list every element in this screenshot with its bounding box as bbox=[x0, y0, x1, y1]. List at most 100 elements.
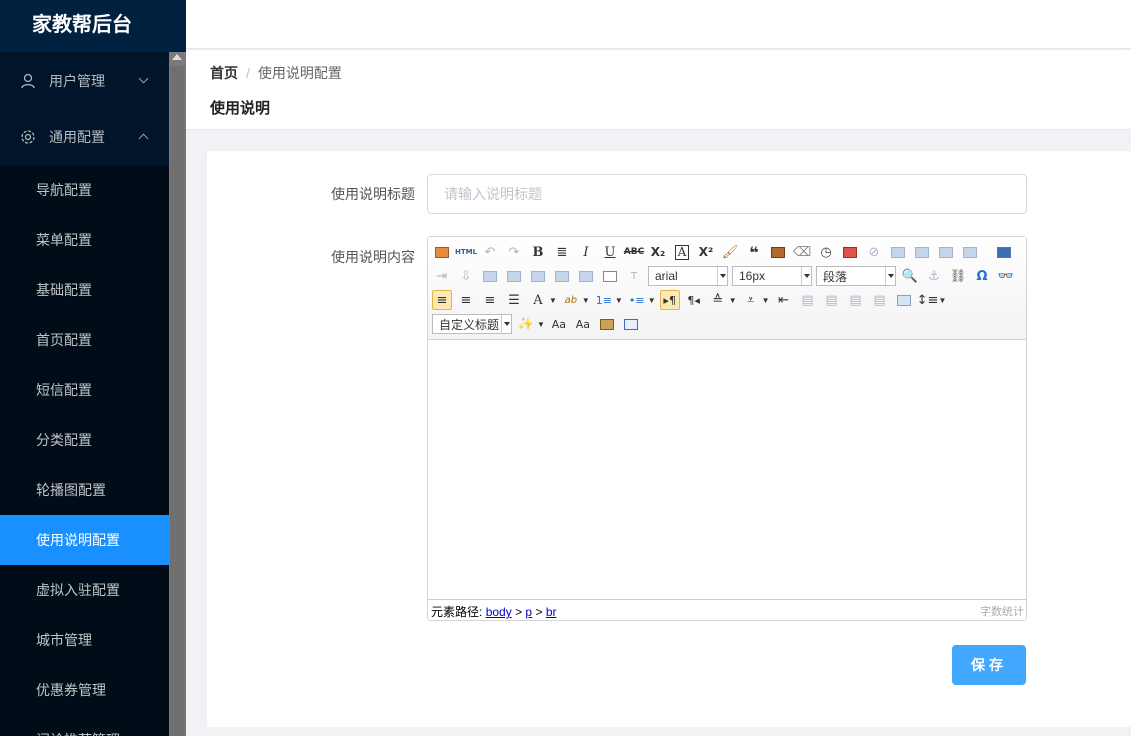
special-char-icon[interactable]: Ω bbox=[972, 266, 992, 286]
path-body-link[interactable]: body bbox=[486, 605, 512, 619]
subscript-icon[interactable]: X₂ bbox=[648, 242, 668, 262]
insert-table-icon[interactable] bbox=[621, 314, 641, 334]
image-left-icon[interactable]: ▤ bbox=[822, 290, 842, 310]
font-border-icon[interactable]: A bbox=[672, 242, 692, 262]
image-icon[interactable] bbox=[894, 290, 914, 310]
image-right-icon[interactable]: ▤ bbox=[846, 290, 866, 310]
row-spacing-top-icon[interactable]: ≙ bbox=[708, 290, 728, 310]
sidebar-item-sms-config[interactable]: 短信配置 bbox=[0, 365, 169, 415]
title-case-icon[interactable]: T bbox=[624, 266, 644, 286]
print-icon[interactable] bbox=[597, 314, 617, 334]
table-icon-3[interactable] bbox=[528, 266, 548, 286]
format-match-icon[interactable]: 🖌 bbox=[720, 242, 740, 262]
sidebar-item-consult-recommend[interactable]: 问诊推荐管理 bbox=[0, 715, 169, 736]
caret-down-icon[interactable]: ▼ bbox=[582, 296, 590, 305]
title-input[interactable] bbox=[427, 174, 1027, 214]
find-icon[interactable]: 👓 bbox=[996, 266, 1016, 286]
caret-down-icon[interactable]: ▼ bbox=[549, 296, 557, 305]
font-color-icon[interactable]: A bbox=[528, 290, 548, 310]
anchor-icon[interactable]: ⚓ bbox=[924, 266, 944, 286]
row-spacing-bottom-icon[interactable]: ⩡ bbox=[741, 290, 761, 310]
custom-heading-select[interactable]: 自定义标题 bbox=[432, 314, 512, 334]
time-icon[interactable]: ◷ bbox=[816, 242, 836, 262]
eraser-icon[interactable]: ⌫ bbox=[792, 242, 812, 262]
path-br-link[interactable]: br bbox=[546, 605, 557, 619]
sidebar-item-coupon-management[interactable]: 优惠券管理 bbox=[0, 665, 169, 715]
caret-down-icon[interactable]: ▼ bbox=[648, 296, 656, 305]
sidebar-item-city-management[interactable]: 城市管理 bbox=[0, 615, 169, 665]
menu-general-config[interactable]: 通用配置 bbox=[0, 109, 169, 165]
template-icon[interactable] bbox=[576, 266, 596, 286]
italic-icon[interactable]: I bbox=[576, 242, 596, 262]
search-replace-icon[interactable]: 🔍 bbox=[900, 266, 920, 286]
paragraph-select[interactable]: 段落 bbox=[816, 266, 896, 286]
rtl-icon[interactable]: ¶◂ bbox=[684, 290, 704, 310]
underline-icon[interactable]: U bbox=[600, 242, 620, 262]
table-icon-1[interactable] bbox=[480, 266, 500, 286]
insert-row-icon[interactable] bbox=[888, 242, 908, 262]
delete-row-icon[interactable]: ⇥ bbox=[432, 266, 452, 286]
sidebar-scrollbar[interactable] bbox=[169, 52, 186, 736]
split-cells-icon[interactable] bbox=[960, 242, 980, 262]
indent-icon[interactable]: ≣ bbox=[552, 242, 572, 262]
bold-icon[interactable]: B bbox=[528, 242, 548, 262]
caret-down-icon[interactable]: ▼ bbox=[939, 296, 947, 305]
scroll-up-arrow-icon[interactable] bbox=[172, 54, 182, 60]
menu-user-management[interactable]: 用户管理 bbox=[0, 53, 169, 109]
align-left-icon[interactable]: ≡ bbox=[432, 290, 452, 310]
delete-col-icon[interactable]: ⇩ bbox=[456, 266, 476, 286]
ordered-list-icon[interactable]: 1≡ bbox=[594, 290, 614, 310]
image-none-icon[interactable]: ▤ bbox=[798, 290, 818, 310]
sidebar-item-category-config[interactable]: 分类配置 bbox=[0, 415, 169, 465]
scrollbar-thumb[interactable] bbox=[170, 66, 185, 736]
sidebar-item-menu-config[interactable]: 菜单配置 bbox=[0, 215, 169, 265]
table-icon-2[interactable] bbox=[504, 266, 524, 286]
merge-cells-icon[interactable] bbox=[936, 242, 956, 262]
font-size-select[interactable]: 16px bbox=[732, 266, 812, 286]
unordered-list-icon[interactable]: •≡ bbox=[627, 290, 647, 310]
sidebar-item-nav-config[interactable]: 导航配置 bbox=[0, 165, 169, 215]
sidebar-item-basic-config[interactable]: 基础配置 bbox=[0, 265, 169, 315]
sidebar-item-banner-config[interactable]: 轮播图配置 bbox=[0, 465, 169, 515]
caret-down-icon[interactable]: ▼ bbox=[762, 296, 770, 305]
font-decrease-icon[interactable]: Aа bbox=[573, 314, 593, 334]
caret-down-icon[interactable]: ▼ bbox=[537, 320, 545, 329]
save-button[interactable]: 保存 bbox=[952, 645, 1026, 685]
sidebar-item-virtual-entry-config[interactable]: 虚拟入驻配置 bbox=[0, 565, 169, 615]
page-break-icon[interactable] bbox=[600, 266, 620, 286]
line-height-icon[interactable]: ↕≡ bbox=[917, 290, 939, 310]
align-justify-icon[interactable]: ☰ bbox=[504, 290, 524, 310]
strikethrough-icon[interactable]: ABC bbox=[624, 242, 644, 262]
caret-down-icon[interactable]: ▼ bbox=[615, 296, 623, 305]
breadcrumb-home[interactable]: 首页 bbox=[210, 65, 238, 81]
rich-text-editor[interactable]: HTML ↶ ↷ B ≣ I U ABC X₂ A X² 🖌 ❝ ⌫ ◷ ⊘ ⇥… bbox=[427, 236, 1027, 621]
path-p-link[interactable]: p bbox=[525, 605, 532, 619]
preview-icon[interactable] bbox=[994, 242, 1014, 262]
paste-plain-icon[interactable] bbox=[768, 242, 788, 262]
align-right-icon[interactable]: ≡ bbox=[456, 290, 476, 310]
unlink-icon[interactable]: ⊘ bbox=[864, 242, 884, 262]
editor-content-area[interactable] bbox=[428, 340, 1026, 600]
font-family-select[interactable]: arial bbox=[648, 266, 728, 286]
table-icon-4[interactable] bbox=[552, 266, 572, 286]
background-color-icon[interactable]: ab bbox=[561, 290, 581, 310]
undo-icon[interactable]: ↶ bbox=[480, 242, 500, 262]
caret-down-icon[interactable]: ▼ bbox=[729, 296, 737, 305]
user-icon bbox=[20, 73, 36, 89]
sidebar-item-instructions-config[interactable]: 使用说明配置 bbox=[0, 515, 169, 565]
link-icon[interactable]: ⛓ bbox=[948, 266, 968, 286]
image-center-icon[interactable]: ▤ bbox=[870, 290, 890, 310]
insert-col-icon[interactable] bbox=[912, 242, 932, 262]
ltr-icon[interactable]: ▸¶ bbox=[659, 290, 680, 310]
blockquote-icon[interactable]: ❝ bbox=[744, 242, 764, 262]
redo-icon[interactable]: ↷ bbox=[504, 242, 524, 262]
auto-format-icon[interactable]: ✨ bbox=[516, 314, 536, 334]
font-increase-icon[interactable]: Aа bbox=[549, 314, 569, 334]
html-source-icon[interactable]: HTML bbox=[455, 242, 477, 262]
sidebar-item-home-config[interactable]: 首页配置 bbox=[0, 315, 169, 365]
date-icon[interactable] bbox=[840, 242, 860, 262]
superscript-icon[interactable]: X² bbox=[696, 242, 716, 262]
align-center-icon[interactable]: ≡ bbox=[480, 290, 500, 310]
fullscreen-icon[interactable] bbox=[432, 242, 452, 262]
outdent-icon[interactable]: ⇤ bbox=[774, 290, 794, 310]
